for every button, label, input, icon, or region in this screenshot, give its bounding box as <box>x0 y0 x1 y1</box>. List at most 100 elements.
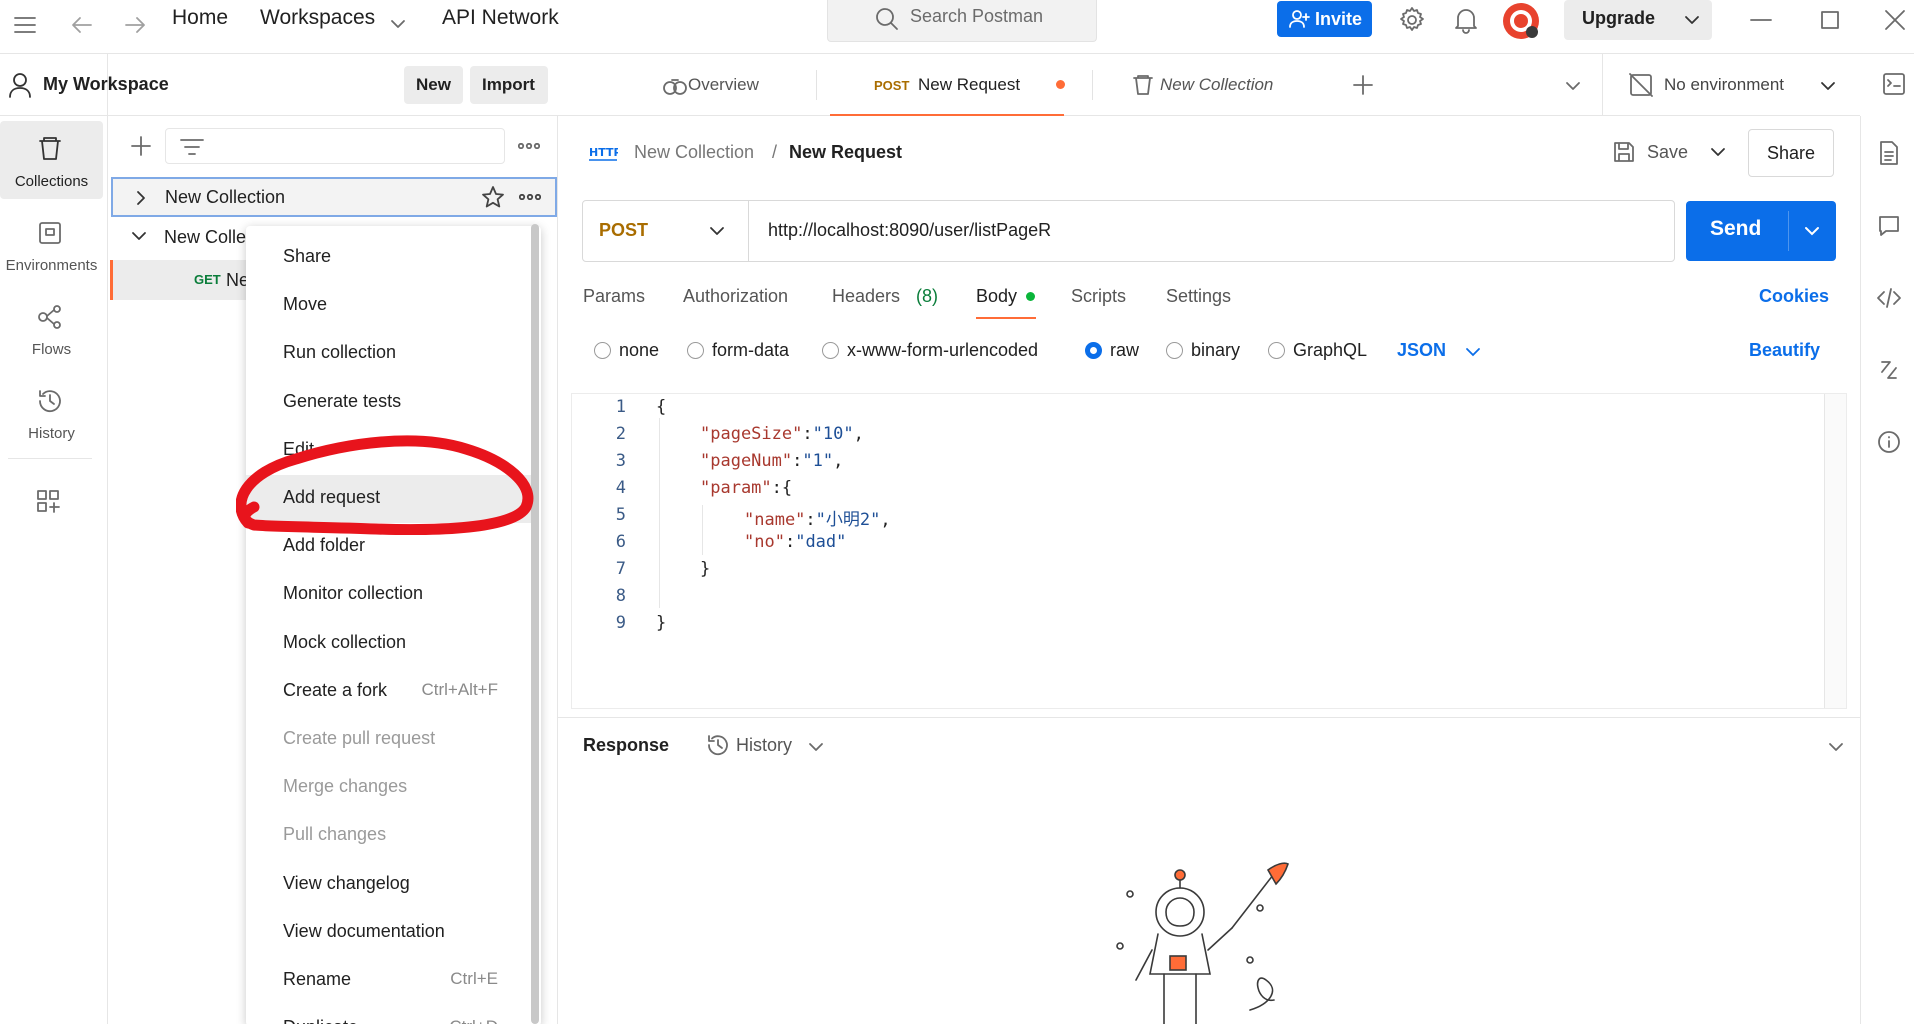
workspace-header: My Workspace New Import <box>0 54 558 116</box>
method-select[interactable]: POST <box>583 201 749 261</box>
body-active-dot-icon <box>1026 292 1035 301</box>
nav-home[interactable]: Home <box>172 6 228 30</box>
menu-item-share[interactable]: Share <box>246 234 536 282</box>
menu-item-monitor-collection[interactable]: Monitor collection <box>246 571 536 619</box>
comments-icon[interactable] <box>1877 214 1901 238</box>
env-divider <box>1602 54 1603 116</box>
tab-authorization[interactable]: Authorization <box>683 286 788 307</box>
code-line: "param":{ <box>700 478 793 498</box>
menu-item-merge-changes: Merge changes <box>246 764 536 812</box>
json-key: "pageNum" <box>700 451 793 471</box>
filter-icon <box>180 138 204 156</box>
more-options-icon[interactable] <box>519 194 541 200</box>
environment-selector[interactable]: No environment <box>1664 75 1784 95</box>
menu-item-rename[interactable]: Rename Ctrl+E <box>246 957 536 1005</box>
nav-api-network[interactable]: API Network <box>442 6 559 30</box>
back-arrow-icon[interactable] <box>70 14 94 36</box>
rail-collections[interactable]: Collections <box>0 121 103 199</box>
star-icon[interactable] <box>481 185 505 209</box>
bell-icon[interactable] <box>1453 6 1479 34</box>
tab-headers[interactable]: Headers <box>832 286 900 307</box>
save-icon <box>1612 140 1636 164</box>
gear-icon[interactable] <box>1398 6 1426 34</box>
tab-new-collection[interactable]: New Collection <box>1106 54 1316 116</box>
tab-settings[interactable]: Settings <box>1166 286 1231 307</box>
upgrade-button[interactable]: Upgrade <box>1564 0 1712 40</box>
rail-history[interactable]: History <box>0 373 103 451</box>
url-input[interactable]: http://localhost:8090/user/listPageR <box>768 220 1051 241</box>
share-button[interactable]: Share <box>1748 129 1834 177</box>
format-select[interactable]: JSON <box>1397 340 1446 361</box>
response-history[interactable]: History <box>736 735 792 756</box>
beautify-link[interactable]: Beautify <box>1749 340 1820 361</box>
request-row[interactable]: GET Ne <box>110 260 250 300</box>
tab-new-request[interactable]: POST New Request <box>830 54 1065 116</box>
avatar[interactable] <box>1502 2 1540 40</box>
chevron-down-icon[interactable] <box>131 230 147 242</box>
rail-environments[interactable]: Environments <box>0 205 103 283</box>
chevron-down-icon[interactable] <box>1465 346 1481 358</box>
tab-params[interactable]: Params <box>583 286 645 307</box>
menu-item-move[interactable]: Move <box>246 282 536 330</box>
editor-scrollbar[interactable] <box>1824 394 1846 708</box>
import-button[interactable]: Import <box>470 66 548 104</box>
menu-item-view-documentation[interactable]: View documentation <box>246 909 536 957</box>
workspace-name[interactable]: My Workspace <box>43 74 169 95</box>
breadcrumb-separator: / <box>772 142 778 162</box>
more-options-icon[interactable] <box>518 143 540 149</box>
menu-item-duplicate[interactable]: Duplicate Ctrl+D <box>246 1005 536 1024</box>
menu-item-create-a-fork[interactable]: Create a fork Ctrl+Alt+F <box>246 668 536 716</box>
chevron-down-icon[interactable] <box>1565 80 1581 92</box>
collection-row-selected[interactable]: New Collection <box>111 177 557 217</box>
tab-scripts[interactable]: Scripts <box>1071 286 1126 307</box>
line-number: 4 <box>615 478 626 498</box>
collection-name[interactable]: New Colle <box>164 227 246 248</box>
chevron-down-icon[interactable] <box>1820 80 1836 92</box>
configure-sidebar-icon[interactable] <box>36 489 62 515</box>
rail-flows[interactable]: Flows <box>0 289 103 367</box>
history-icon <box>706 733 730 757</box>
chevron-down-icon[interactable] <box>1684 14 1700 26</box>
maximize-icon[interactable] <box>1820 10 1840 30</box>
json-value: "dad" <box>795 532 847 552</box>
tab-overview[interactable]: Overview <box>578 54 848 116</box>
chevron-down-icon <box>709 225 725 237</box>
invite-button[interactable]: Invite <box>1277 1 1372 37</box>
filter-input[interactable] <box>165 128 505 164</box>
chevron-down-icon[interactable] <box>1710 146 1726 158</box>
related-collections-icon[interactable] <box>1878 358 1900 382</box>
plus-icon[interactable] <box>130 135 152 157</box>
minimize-icon[interactable] <box>1750 18 1772 22</box>
menu-icon[interactable] <box>12 14 38 36</box>
menu-scrollbar[interactable] <box>531 224 539 1024</box>
chevron-down-icon[interactable] <box>1804 225 1820 237</box>
menu-item-view-changelog[interactable]: View changelog <box>246 861 536 909</box>
save-button[interactable]: Save <box>1647 142 1688 163</box>
documentation-icon[interactable] <box>1878 140 1900 166</box>
send-button[interactable]: Send <box>1686 201 1836 261</box>
menu-item-run-collection[interactable]: Run collection <box>246 330 536 378</box>
chevron-down-icon[interactable] <box>390 18 406 30</box>
chevron-down-icon[interactable] <box>1828 741 1844 753</box>
menu-item-generate-tests[interactable]: Generate tests <box>246 379 536 427</box>
tab-body[interactable]: Body <box>976 286 1017 307</box>
cookies-link[interactable]: Cookies <box>1759 286 1829 307</box>
user-icon <box>8 72 32 98</box>
environment-quick-look-icon[interactable] <box>1882 72 1906 96</box>
top-bar: Home Workspaces API Network Search Postm… <box>0 0 1914 54</box>
info-icon[interactable] <box>1877 430 1901 454</box>
code-icon[interactable] <box>1876 286 1902 310</box>
search-box[interactable]: Search Postman <box>827 0 1097 42</box>
red-annotation-circle <box>236 435 534 535</box>
breadcrumb-parent[interactable]: New Collection <box>634 142 754 163</box>
new-button[interactable]: New <box>404 66 463 104</box>
menu-item-mock-collection[interactable]: Mock collection <box>246 620 536 668</box>
add-tab-icon[interactable] <box>1352 74 1374 96</box>
search-placeholder: Search Postman <box>910 6 1044 26</box>
forward-arrow-icon[interactable] <box>123 14 147 36</box>
nav-workspaces[interactable]: Workspaces <box>260 6 375 30</box>
line-number: 7 <box>615 559 626 579</box>
chevron-down-icon[interactable] <box>808 741 824 753</box>
close-icon[interactable] <box>1884 9 1906 31</box>
breadcrumb-current[interactable]: New Request <box>789 142 902 163</box>
